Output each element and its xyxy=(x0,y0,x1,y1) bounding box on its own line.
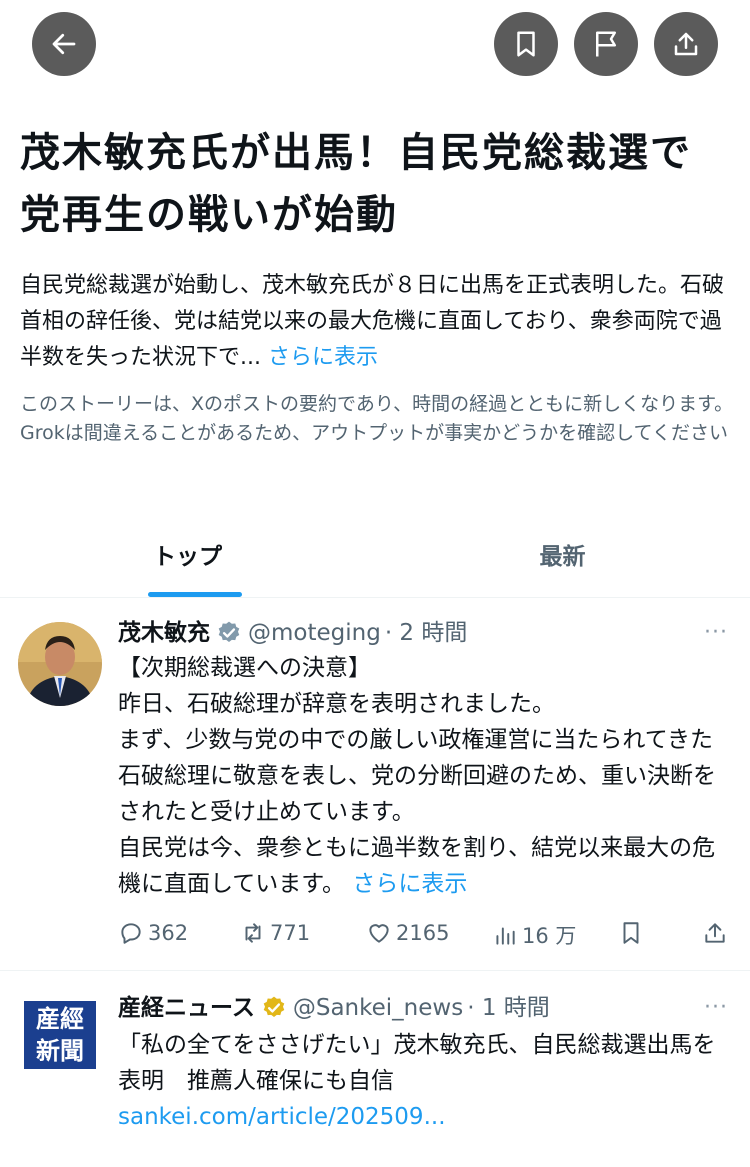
share-button[interactable] xyxy=(654,12,718,76)
top-bar xyxy=(0,0,750,95)
repost-count: 771 xyxy=(270,921,311,945)
post-header: 茂木敏充 @moteging · 2 時間 xyxy=(118,618,467,648)
article-link[interactable]: sankei.com/article/202509... xyxy=(118,1099,728,1135)
post-show-more[interactable]: さらに表示 xyxy=(352,871,467,897)
bookmark-icon xyxy=(517,31,535,57)
more-options-icon[interactable]: ··· xyxy=(704,620,728,645)
more-options-icon[interactable]: ··· xyxy=(704,995,728,1020)
svg-text:産經: 産經 xyxy=(36,1004,84,1033)
verified-gold-badge-icon xyxy=(263,996,285,1017)
bar-chart-icon xyxy=(496,927,515,945)
repost-icon xyxy=(245,923,261,943)
author-handle[interactable]: @moteging xyxy=(248,618,381,648)
story-summary: 自民党総裁選が始動し、茂木敏充氏が８日に出馬を正式表明した。石破首相の辞任後、党… xyxy=(20,268,735,376)
tab-indicator xyxy=(148,592,242,597)
post-text: 「私の全てをささげたい」茂木敏充氏、自民総裁選出馬を表明 推薦人確保にも自信 s… xyxy=(118,1027,728,1135)
post-body-text: 【次期総裁選への決意】 昨日、石破総理が辞意を表明されました。 まず、少数与党の… xyxy=(118,655,716,897)
report-button[interactable] xyxy=(574,12,638,76)
tab-bar: トップ 最新 xyxy=(0,510,750,598)
views-button[interactable]: 16 万 xyxy=(492,920,576,950)
avatar[interactable] xyxy=(18,622,102,706)
post-text: 【次期総裁選への決意】 昨日、石破総理が辞意を表明されました。 まず、少数与党の… xyxy=(118,650,728,902)
post-body-text: 「私の全てをささげたい」茂木敏充氏、自民総裁選出馬を表明 推薦人確保にも自信 xyxy=(118,1032,716,1094)
author-name[interactable]: 産経ニュース xyxy=(118,993,255,1023)
tab-latest[interactable]: 最新 xyxy=(375,510,750,598)
reply-icon xyxy=(121,923,141,944)
author-handle[interactable]: @Sankei_news xyxy=(293,993,463,1023)
like-button[interactable]: 2165 xyxy=(366,920,449,946)
view-count: 16 万 xyxy=(522,924,577,948)
share-icon xyxy=(705,923,725,943)
post-bookmark-button[interactable] xyxy=(618,920,648,946)
verified-badge-icon xyxy=(218,621,240,642)
flag-icon xyxy=(596,31,616,57)
post-time[interactable]: · 1 時間 xyxy=(467,993,550,1023)
post-motegi[interactable]: 茂木敏充 @moteging · 2 時間 ··· 【次期総裁選への決意】 昨日… xyxy=(0,598,750,970)
reply-count: 362 xyxy=(148,921,189,945)
grok-disclaimer: このストーリーは、Xのポストの要約であり、時間の経過とともに新しくなります。Gr… xyxy=(20,393,734,444)
post-actions: 362 771 2165 16 万 xyxy=(118,920,730,954)
show-more-link[interactable]: さらに表示 xyxy=(268,345,378,370)
story-headline: 茂木敏充氏が出馬！自民党総裁選で党再生の戦いが始動 xyxy=(20,130,692,238)
post-share-button[interactable] xyxy=(702,920,732,946)
post-header: 産経ニュース @Sankei_news · 1 時間 xyxy=(118,993,550,1023)
bookmark-icon xyxy=(623,922,639,944)
author-name[interactable]: 茂木敏充 xyxy=(118,618,210,648)
post-time[interactable]: · 2 時間 xyxy=(385,618,468,648)
like-count: 2165 xyxy=(396,921,450,945)
repost-button[interactable]: 771 xyxy=(240,920,310,946)
bookmark-button[interactable] xyxy=(494,12,558,76)
share-icon xyxy=(674,32,698,56)
heart-icon xyxy=(369,924,389,943)
arrow-left-icon xyxy=(52,33,76,55)
tab-top[interactable]: トップ xyxy=(0,510,375,598)
reply-button[interactable]: 362 xyxy=(118,920,188,946)
post-sankei[interactable]: 産經 新聞 産経ニュース @Sankei_news · 1 時間 ··· 「私の… xyxy=(0,971,750,1167)
sankei-logo[interactable]: 産經 新聞 xyxy=(22,997,98,1073)
back-button[interactable] xyxy=(32,12,96,76)
svg-text:新聞: 新聞 xyxy=(36,1036,84,1065)
